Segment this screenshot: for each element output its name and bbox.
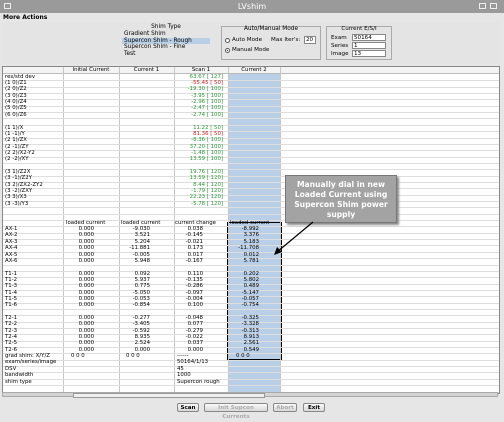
auto-mode-radio[interactable] — [225, 38, 230, 43]
t1-initial: 0.000 — [78, 302, 94, 309]
exam-label: Exam — [331, 35, 347, 41]
scan-button[interactable]: Scan — [177, 403, 199, 412]
row-divider — [3, 162, 499, 164]
horizontal-scrollbar[interactable] — [2, 392, 498, 398]
scan-value: -5.78 [ 120] — [191, 200, 223, 207]
row-divider — [3, 385, 499, 387]
row-divider — [3, 181, 499, 183]
exam-field[interactable]: 50164 — [352, 34, 386, 41]
scrollbar-thumb[interactable] — [73, 393, 265, 398]
header-current-1[interactable]: Current 1 — [119, 67, 174, 74]
row-divider — [3, 131, 499, 133]
row-divider — [3, 150, 499, 152]
shim-row-label: (3 -3)/Y3 — [5, 200, 29, 207]
shim-type-option[interactable]: Test — [122, 51, 210, 58]
t1-current-1: -0.854 — [132, 302, 150, 309]
row-divider — [3, 207, 499, 209]
row-divider — [3, 105, 499, 107]
row-divider — [3, 137, 499, 139]
info-value: Supercon rough — [177, 378, 220, 385]
row-divider — [3, 118, 499, 120]
row-divider — [3, 86, 499, 88]
t1-label: T1-6 — [5, 302, 18, 309]
row-divider — [3, 213, 499, 215]
instruction-callout: Manually dial in new Loaded Current usin… — [285, 175, 397, 223]
row-divider — [3, 201, 499, 202]
image-field[interactable]: 13 — [352, 50, 386, 57]
row-divider — [3, 366, 499, 368]
header-empty-col — [280, 67, 499, 74]
info-label: shim type — [5, 378, 32, 385]
grad-initial: 0 0 0 — [71, 353, 85, 360]
ax-current-2: 5.781 — [243, 257, 259, 264]
ax-label: AX-6 — [5, 257, 18, 264]
control-panel: Shim Type Gradient Shim Supercon Shim - … — [2, 22, 500, 64]
row-divider — [3, 378, 499, 380]
row-divider — [3, 175, 499, 177]
series-field[interactable]: 1 — [352, 42, 386, 49]
shim-row-label: (6 0)/Z6 — [5, 111, 27, 118]
row-divider — [3, 188, 499, 190]
minimize-icon[interactable] — [479, 3, 486, 9]
menu-bar: More Actions — [0, 13, 504, 22]
row-divider — [3, 80, 499, 82]
title-bar: LVshim — [0, 0, 504, 14]
grad-current-2: 0 0 0 — [236, 353, 250, 360]
row-divider — [3, 93, 499, 95]
auto-mode-label: Auto Mode — [232, 37, 263, 43]
image-label: Image — [331, 51, 349, 57]
row-divider — [3, 194, 499, 196]
callout-arrow-icon — [274, 221, 314, 255]
series-label: Series — [331, 43, 349, 49]
shim-type-label: Shim Type — [151, 24, 181, 30]
max-iters-field[interactable]: 20 — [304, 36, 316, 44]
shim-row-label: (2 -2)/XY — [5, 156, 29, 163]
row-divider — [3, 112, 499, 114]
max-iters-label: Max Iter's: — [271, 37, 301, 43]
row-divider — [3, 99, 499, 101]
t1-current-2: -0.754 — [241, 302, 259, 309]
ax-current-1: 5.948 — [134, 257, 150, 264]
init-supcon-currents-button[interactable]: Init Supcon Currents — [204, 403, 268, 420]
row-divider — [3, 124, 499, 126]
grad-current-1: 0 0 0 — [126, 353, 140, 360]
row-divider — [3, 169, 499, 171]
header-initial-current[interactable]: Initial Current — [63, 67, 119, 74]
manual-mode-label: Manual Mode — [232, 47, 270, 53]
shim-table[interactable]: Initial Current Current 1 Scan 1 Current… — [2, 66, 500, 394]
mode-group-label: Auto/Manual Mode — [243, 26, 299, 32]
shim-type-list[interactable]: Shim Type Gradient Shim Supercon Shim - … — [122, 24, 210, 60]
manual-mode-radio[interactable] — [225, 48, 230, 53]
row-divider — [3, 143, 499, 145]
ax-initial: 0.000 — [78, 257, 94, 264]
current-esi-label: Current E/S/I — [341, 26, 377, 32]
abort-button[interactable]: Abort — [273, 403, 297, 412]
row-divider — [3, 156, 499, 158]
row-divider — [3, 372, 499, 374]
current-esi-group: Current E/S/I Exam 50164 Series 1 Image … — [326, 26, 392, 60]
t1-change: 0.100 — [187, 302, 203, 309]
exit-button[interactable]: Exit — [303, 403, 325, 412]
window-title: LVshim — [237, 2, 267, 11]
header-current-2[interactable]: Current 2 — [228, 67, 280, 74]
close-icon[interactable] — [490, 3, 497, 9]
ax-change: -0.167 — [185, 257, 203, 264]
mode-group: Auto/Manual Mode Auto Mode Max Iter's: 2… — [221, 26, 321, 60]
menu-more-actions[interactable]: More Actions — [3, 14, 47, 21]
